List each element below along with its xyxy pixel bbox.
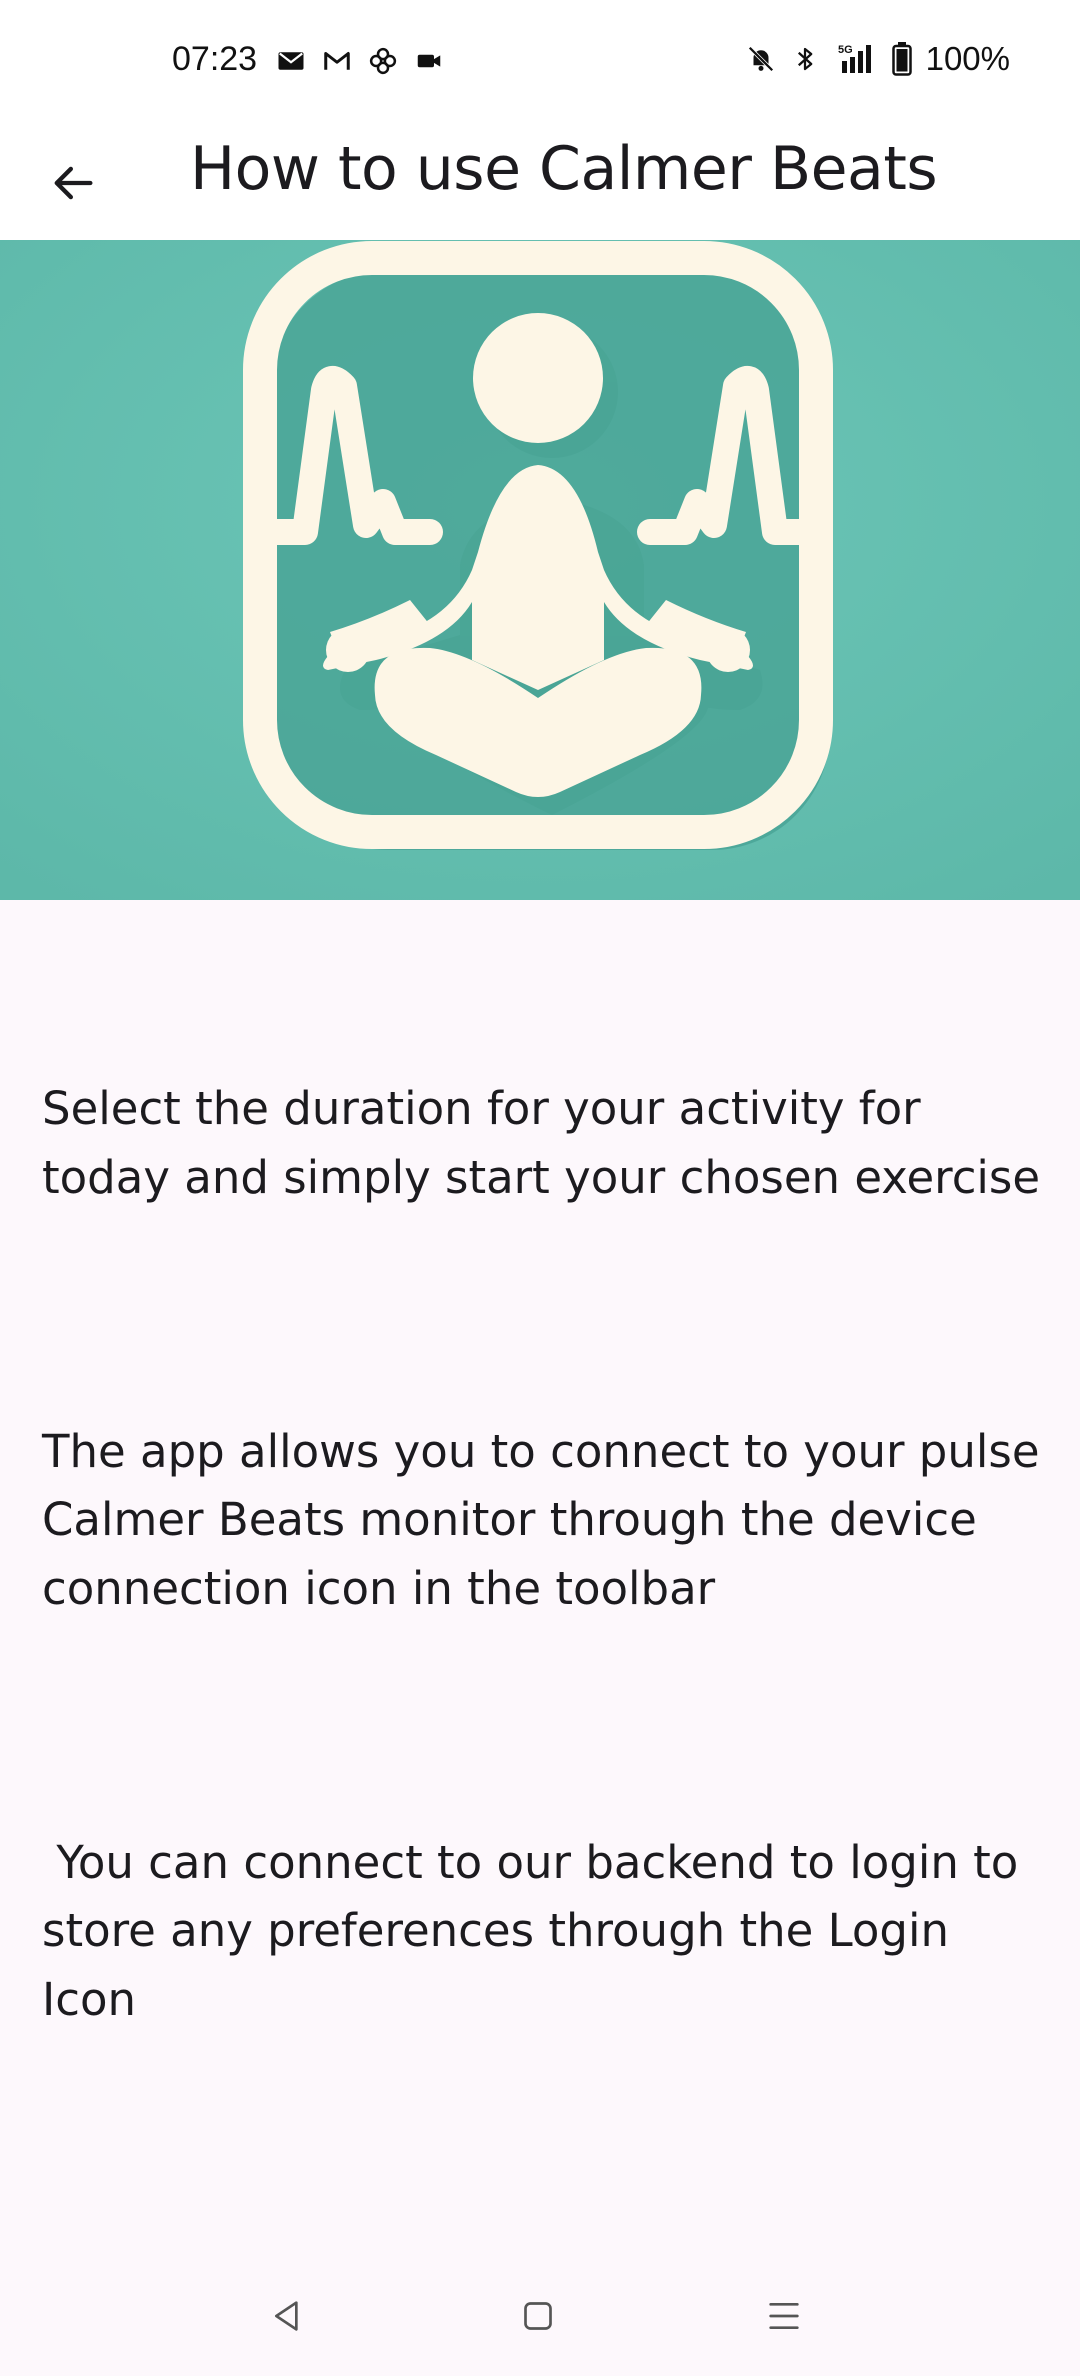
status-notification-icons [276,46,444,76]
screen: 07:23 5G 100% How to use Calmer Beats Se… [0,0,1080,2376]
nav-back-button[interactable] [256,2284,320,2348]
instruction-paragraph: Select the duration for your activity fo… [42,1082,1041,1204]
system-navigation-bar [0,2256,1080,2376]
instruction-paragraph: You can connect to our backend to login … [42,1835,1033,2026]
back-button[interactable] [30,140,116,226]
meditation-heartbeat-logo [0,240,1080,900]
svg-text:5G: 5G [838,44,853,56]
page-title: How to use Calmer Beats [190,134,938,204]
hero-image [0,240,1080,900]
instruction-paragraph: The app allows you to connect to your pu… [42,1424,1054,1615]
bell-off-icon [748,46,774,72]
home-square-icon [524,2302,552,2330]
status-system-icons: 5G 100% [746,40,1010,78]
arrow-back-icon [54,166,93,200]
bluetooth-icon [797,47,812,71]
nav-recents-button[interactable] [752,2284,816,2348]
status-time: 07:23 [172,40,258,78]
pinwheel-icon [369,47,397,75]
top-app-bar: How to use Calmer Beats [0,120,1080,240]
back-triangle-icon [275,2301,298,2331]
status-bar: 07:23 5G 100% [0,0,1080,120]
recents-menu-icon [769,2303,799,2329]
video-camera-icon [417,54,441,68]
battery-icon [891,42,912,76]
signal-5g-icon: 5G [838,44,871,73]
battery-percentage: 100% [925,40,1010,77]
gmail-icon [324,52,350,70]
nav-home-button[interactable] [506,2284,570,2348]
mail-icon [278,52,304,70]
instructions-content: Select the duration for your activity fo… [42,938,1042,2240]
